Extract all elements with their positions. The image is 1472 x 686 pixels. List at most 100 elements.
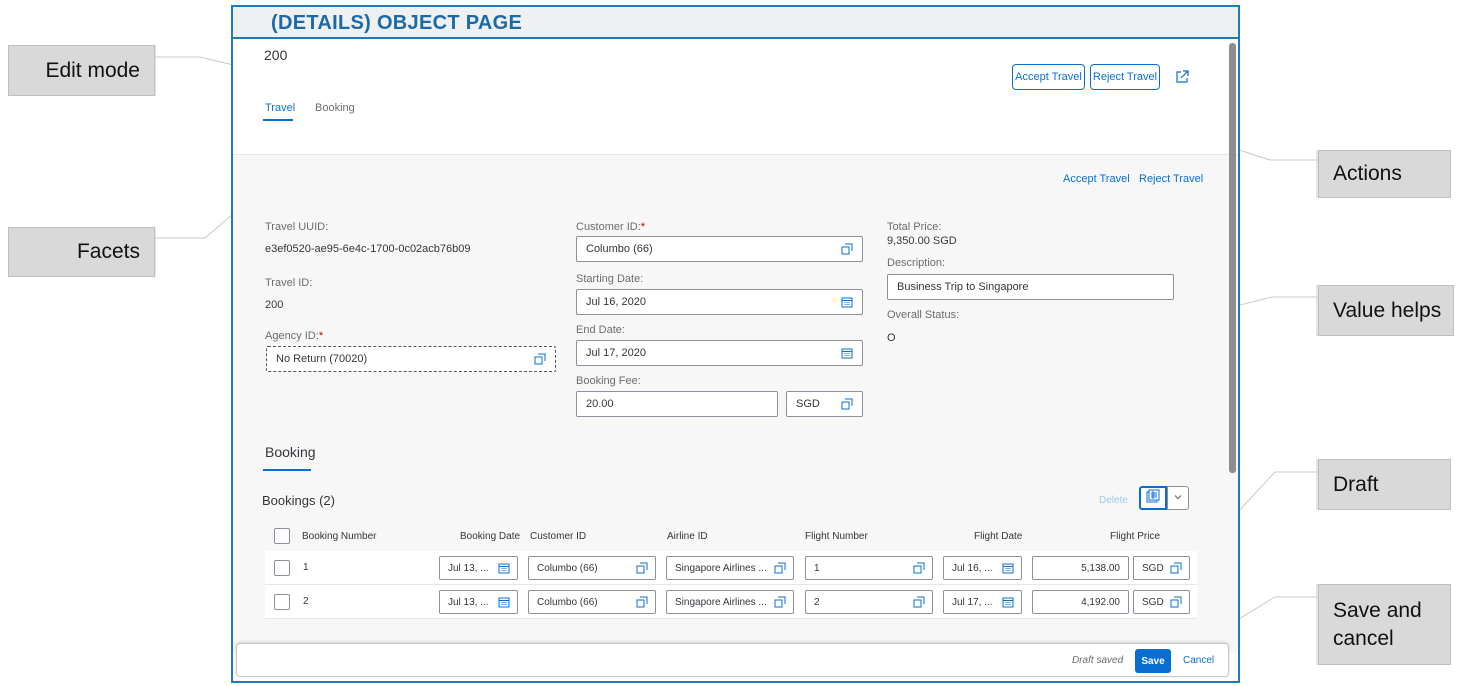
booking-number: 2	[303, 596, 309, 607]
customer-id-field[interactable]: Columbo (66)	[576, 236, 863, 262]
calendar-icon[interactable]	[840, 295, 854, 309]
row-checkbox[interactable]	[274, 594, 290, 610]
table-settings-dropdown[interactable]	[1167, 486, 1189, 510]
row-checkbox[interactable]	[274, 560, 290, 576]
callout-save-cancel: Save and cancel	[1318, 584, 1451, 665]
table-settings-button[interactable]	[1139, 486, 1167, 510]
airline-id-field[interactable]: Singapore Airlines ...	[666, 590, 794, 614]
customer-id-field[interactable]: Columbo (66)	[528, 590, 656, 614]
delete-button[interactable]: Delete	[1099, 495, 1128, 506]
airline-id-field[interactable]: Singapore Airlines ...	[666, 556, 794, 580]
customer-id-label-text: Customer ID:	[576, 221, 641, 233]
customer-id-label: Customer ID:*	[576, 221, 645, 233]
accept-travel-button[interactable]: Accept Travel	[1012, 64, 1085, 90]
value-help-icon[interactable]	[635, 595, 649, 609]
flight-price-value: 4,192.00	[1081, 596, 1120, 608]
customer-id-field[interactable]: Columbo (66)	[528, 556, 656, 580]
description-field[interactable]: Business Trip to Singapore	[887, 274, 1174, 300]
frame-title: (DETAILS) OBJECT PAGE	[271, 12, 523, 34]
bookings-table-title: Bookings (2)	[262, 493, 335, 508]
booking-date-field[interactable]: Jul 13, ...	[439, 590, 518, 614]
calendar-icon[interactable]	[497, 561, 511, 575]
value-help-icon[interactable]	[840, 397, 854, 411]
cancel-button[interactable]: Cancel	[1183, 655, 1214, 666]
flight-date-field[interactable]: Jul 16, ...	[943, 556, 1022, 580]
flight-date-field[interactable]: Jul 17, ...	[943, 590, 1022, 614]
booking-number: 1	[303, 562, 309, 573]
booking-fee-label: Booking Fee:	[576, 375, 641, 387]
callout-draft: Draft	[1318, 459, 1451, 510]
calendar-icon[interactable]	[840, 346, 854, 360]
starting-date-value: Jul 16, 2020	[586, 296, 646, 308]
booking-fee-currency-value: SGD	[796, 398, 820, 410]
value-help-icon[interactable]	[533, 352, 547, 366]
callout-facets: Facets	[8, 227, 155, 277]
flight-price-currency-field[interactable]: SGD	[1133, 590, 1190, 614]
footer-toolbar: Draft saved Save Cancel	[236, 643, 1229, 677]
column-header-airline-id[interactable]: Airline ID	[667, 531, 708, 542]
select-all-checkbox[interactable]	[274, 528, 290, 544]
calendar-icon[interactable]	[1001, 561, 1015, 575]
customer-id-value: Columbo (66)	[537, 562, 598, 574]
agency-id-label-text: Agency ID:	[265, 330, 319, 342]
total-price-label: Total Price:	[887, 221, 942, 233]
value-help-icon[interactable]	[912, 561, 926, 575]
flight-number-field[interactable]: 1	[805, 556, 933, 580]
column-header-customer-id[interactable]: Customer ID	[530, 531, 586, 542]
table-row[interactable]: 2 Jul 13, ... Columbo (66) Singapore Air…	[265, 585, 1197, 619]
object-header	[233, 41, 1238, 155]
value-help-icon[interactable]	[840, 242, 854, 256]
customer-id-value: Columbo (66)	[586, 243, 653, 255]
value-help-icon[interactable]	[773, 595, 787, 609]
starting-date-label: Starting Date:	[576, 273, 644, 285]
calendar-icon[interactable]	[497, 595, 511, 609]
calendar-icon[interactable]	[1001, 595, 1015, 609]
value-help-icon[interactable]	[912, 595, 926, 609]
callout-actions-text: Actions	[1333, 162, 1402, 185]
booking-date-value: Jul 13, ...	[448, 596, 489, 608]
flight-price-field[interactable]: 4,192.00	[1032, 590, 1129, 614]
table-row[interactable]: 1 Jul 13, ... Columbo (66) Singapore Air…	[265, 551, 1197, 585]
callout-facets-text: Facets	[76, 240, 140, 263]
column-header-flight-price[interactable]: Flight Price	[1110, 531, 1160, 542]
customer-id-value: Columbo (66)	[537, 596, 598, 608]
airline-id-value: Singapore Airlines ...	[675, 562, 767, 574]
end-date-field[interactable]: Jul 17, 2020	[576, 340, 863, 366]
tab-travel[interactable]: Travel	[265, 102, 295, 114]
flight-number-field[interactable]: 2	[805, 590, 933, 614]
total-price-value: 9,350.00 SGD	[887, 235, 957, 247]
travel-uuid-value: e3ef0520-ae95-6e4c-1700-0c02acb76b09	[265, 243, 471, 255]
object-page-frame: (DETAILS) OBJECT PAGE 200 Accept Travel …	[231, 5, 1240, 683]
booking-fee-field[interactable]: 20.00	[576, 391, 778, 417]
agency-id-field[interactable]: No Return (70020)	[266, 346, 556, 372]
end-date-label: End Date:	[576, 324, 625, 336]
overall-status-value: O	[887, 332, 896, 344]
flight-number-value: 1	[814, 562, 820, 574]
section-reject-travel-button[interactable]: Reject Travel	[1139, 173, 1203, 185]
flight-date-value: Jul 16, ...	[952, 562, 993, 574]
value-help-icon[interactable]	[1169, 561, 1183, 575]
booking-section-title: Booking	[265, 444, 316, 460]
section-accept-travel-button[interactable]: Accept Travel	[1063, 173, 1130, 185]
value-help-icon[interactable]	[773, 561, 787, 575]
booking-date-field[interactable]: Jul 13, ...	[439, 556, 518, 580]
frame-title-bar: (DETAILS) OBJECT PAGE	[233, 7, 1238, 39]
column-header-flight-number[interactable]: Flight Number	[805, 531, 868, 542]
vertical-scrollbar[interactable]	[1229, 43, 1236, 473]
booking-date-value: Jul 13, ...	[448, 562, 489, 574]
tab-booking[interactable]: Booking	[315, 102, 355, 114]
table-settings-icon	[1146, 489, 1160, 508]
save-button[interactable]: Save	[1135, 649, 1171, 673]
flight-price-currency-field[interactable]: SGD	[1133, 556, 1190, 580]
starting-date-field[interactable]: Jul 16, 2020	[576, 289, 863, 315]
column-header-flight-date[interactable]: Flight Date	[974, 531, 1022, 542]
booking-fee-currency-field[interactable]: SGD	[786, 391, 863, 417]
value-help-icon[interactable]	[635, 561, 649, 575]
column-header-booking-number[interactable]: Booking Number	[302, 531, 376, 542]
value-help-icon[interactable]	[1169, 595, 1183, 609]
column-header-booking-date[interactable]: Booking Date	[460, 531, 520, 542]
share-icon[interactable]	[1172, 67, 1192, 87]
flight-price-field[interactable]: 5,138.00	[1032, 556, 1129, 580]
reject-travel-button[interactable]: Reject Travel	[1090, 64, 1160, 90]
agency-required-mark: *	[318, 330, 324, 342]
